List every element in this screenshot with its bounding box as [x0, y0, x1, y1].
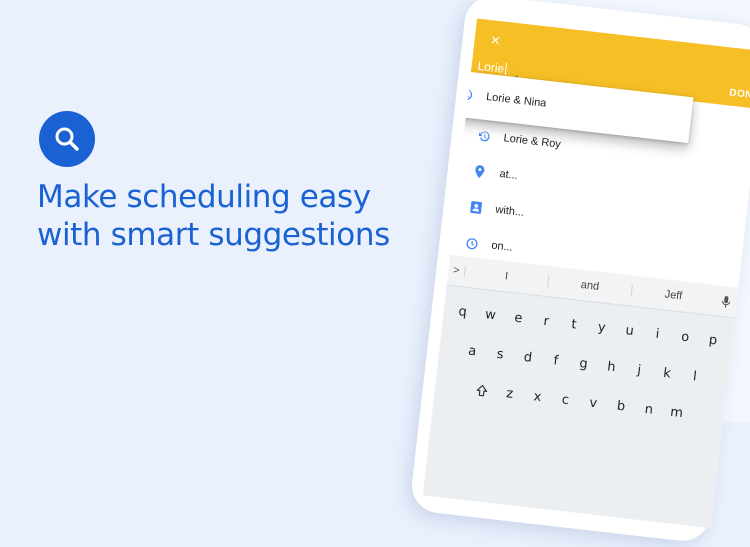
done-button[interactable]: DONE — [729, 87, 750, 101]
on-screen-keyboard: > I and Jeff q w e r t y u — [423, 255, 739, 528]
location-pin-icon — [473, 164, 487, 179]
headline-line-1: Make scheduling easy — [37, 178, 437, 216]
search-icon — [52, 124, 82, 154]
word-suggestion[interactable]: I — [464, 266, 549, 287]
headline-line-2: with smart suggestions — [37, 216, 437, 254]
word-suggestion[interactable]: Jeff — [631, 285, 716, 306]
phone-mockup: × Lorie DONE Lorie & Nina — [381, 0, 750, 547]
history-icon — [477, 129, 491, 143]
key-k[interactable]: k — [654, 358, 681, 389]
suggestion-label: Lorie & Roy — [503, 132, 561, 150]
key-g[interactable]: g — [570, 348, 597, 379]
shift-arrow-icon — [475, 383, 488, 397]
key-w[interactable]: w — [477, 300, 504, 331]
search-badge — [39, 111, 95, 167]
phone-screen: × Lorie DONE Lorie & Nina — [423, 18, 750, 528]
key-z[interactable]: z — [496, 378, 523, 409]
clock-icon — [464, 236, 478, 250]
contact-card-icon — [468, 200, 483, 215]
shift-key[interactable] — [468, 375, 495, 406]
key-b[interactable]: b — [608, 391, 635, 422]
key-l[interactable]: l — [681, 361, 708, 392]
suggestion-label: at... — [499, 168, 519, 182]
key-n[interactable]: n — [635, 394, 662, 425]
word-suggestion[interactable]: and — [547, 275, 632, 296]
key-i[interactable]: i — [644, 319, 671, 350]
suggestion-label: with... — [495, 204, 525, 219]
suggestion-label: on... — [491, 240, 514, 254]
key-o[interactable]: o — [672, 322, 699, 353]
key-q[interactable]: q — [449, 296, 476, 327]
key-t[interactable]: t — [561, 309, 588, 340]
text-caret — [504, 63, 506, 75]
key-f[interactable]: f — [542, 345, 569, 376]
key-c[interactable]: c — [552, 385, 579, 416]
key-p[interactable]: p — [700, 325, 727, 356]
key-v[interactable]: v — [580, 388, 607, 419]
key-m[interactable]: m — [663, 397, 690, 428]
key-a[interactable]: a — [459, 336, 486, 367]
key-x[interactable]: x — [524, 381, 551, 412]
key-h[interactable]: h — [598, 352, 625, 383]
close-icon[interactable]: × — [490, 32, 501, 51]
key-d[interactable]: d — [514, 342, 541, 373]
expand-chevron-icon[interactable]: > — [448, 264, 465, 278]
key-u[interactable]: u — [616, 315, 643, 346]
key-y[interactable]: y — [588, 312, 615, 343]
key-j[interactable]: j — [626, 355, 653, 386]
key-r[interactable]: r — [533, 306, 560, 337]
microphone-icon[interactable] — [720, 294, 730, 308]
key-s[interactable]: s — [487, 339, 514, 370]
suggestion-label: Lorie & Nina — [486, 91, 548, 110]
key-e[interactable]: e — [505, 303, 532, 334]
headline: Make scheduling easy with smart suggesti… — [37, 178, 437, 254]
